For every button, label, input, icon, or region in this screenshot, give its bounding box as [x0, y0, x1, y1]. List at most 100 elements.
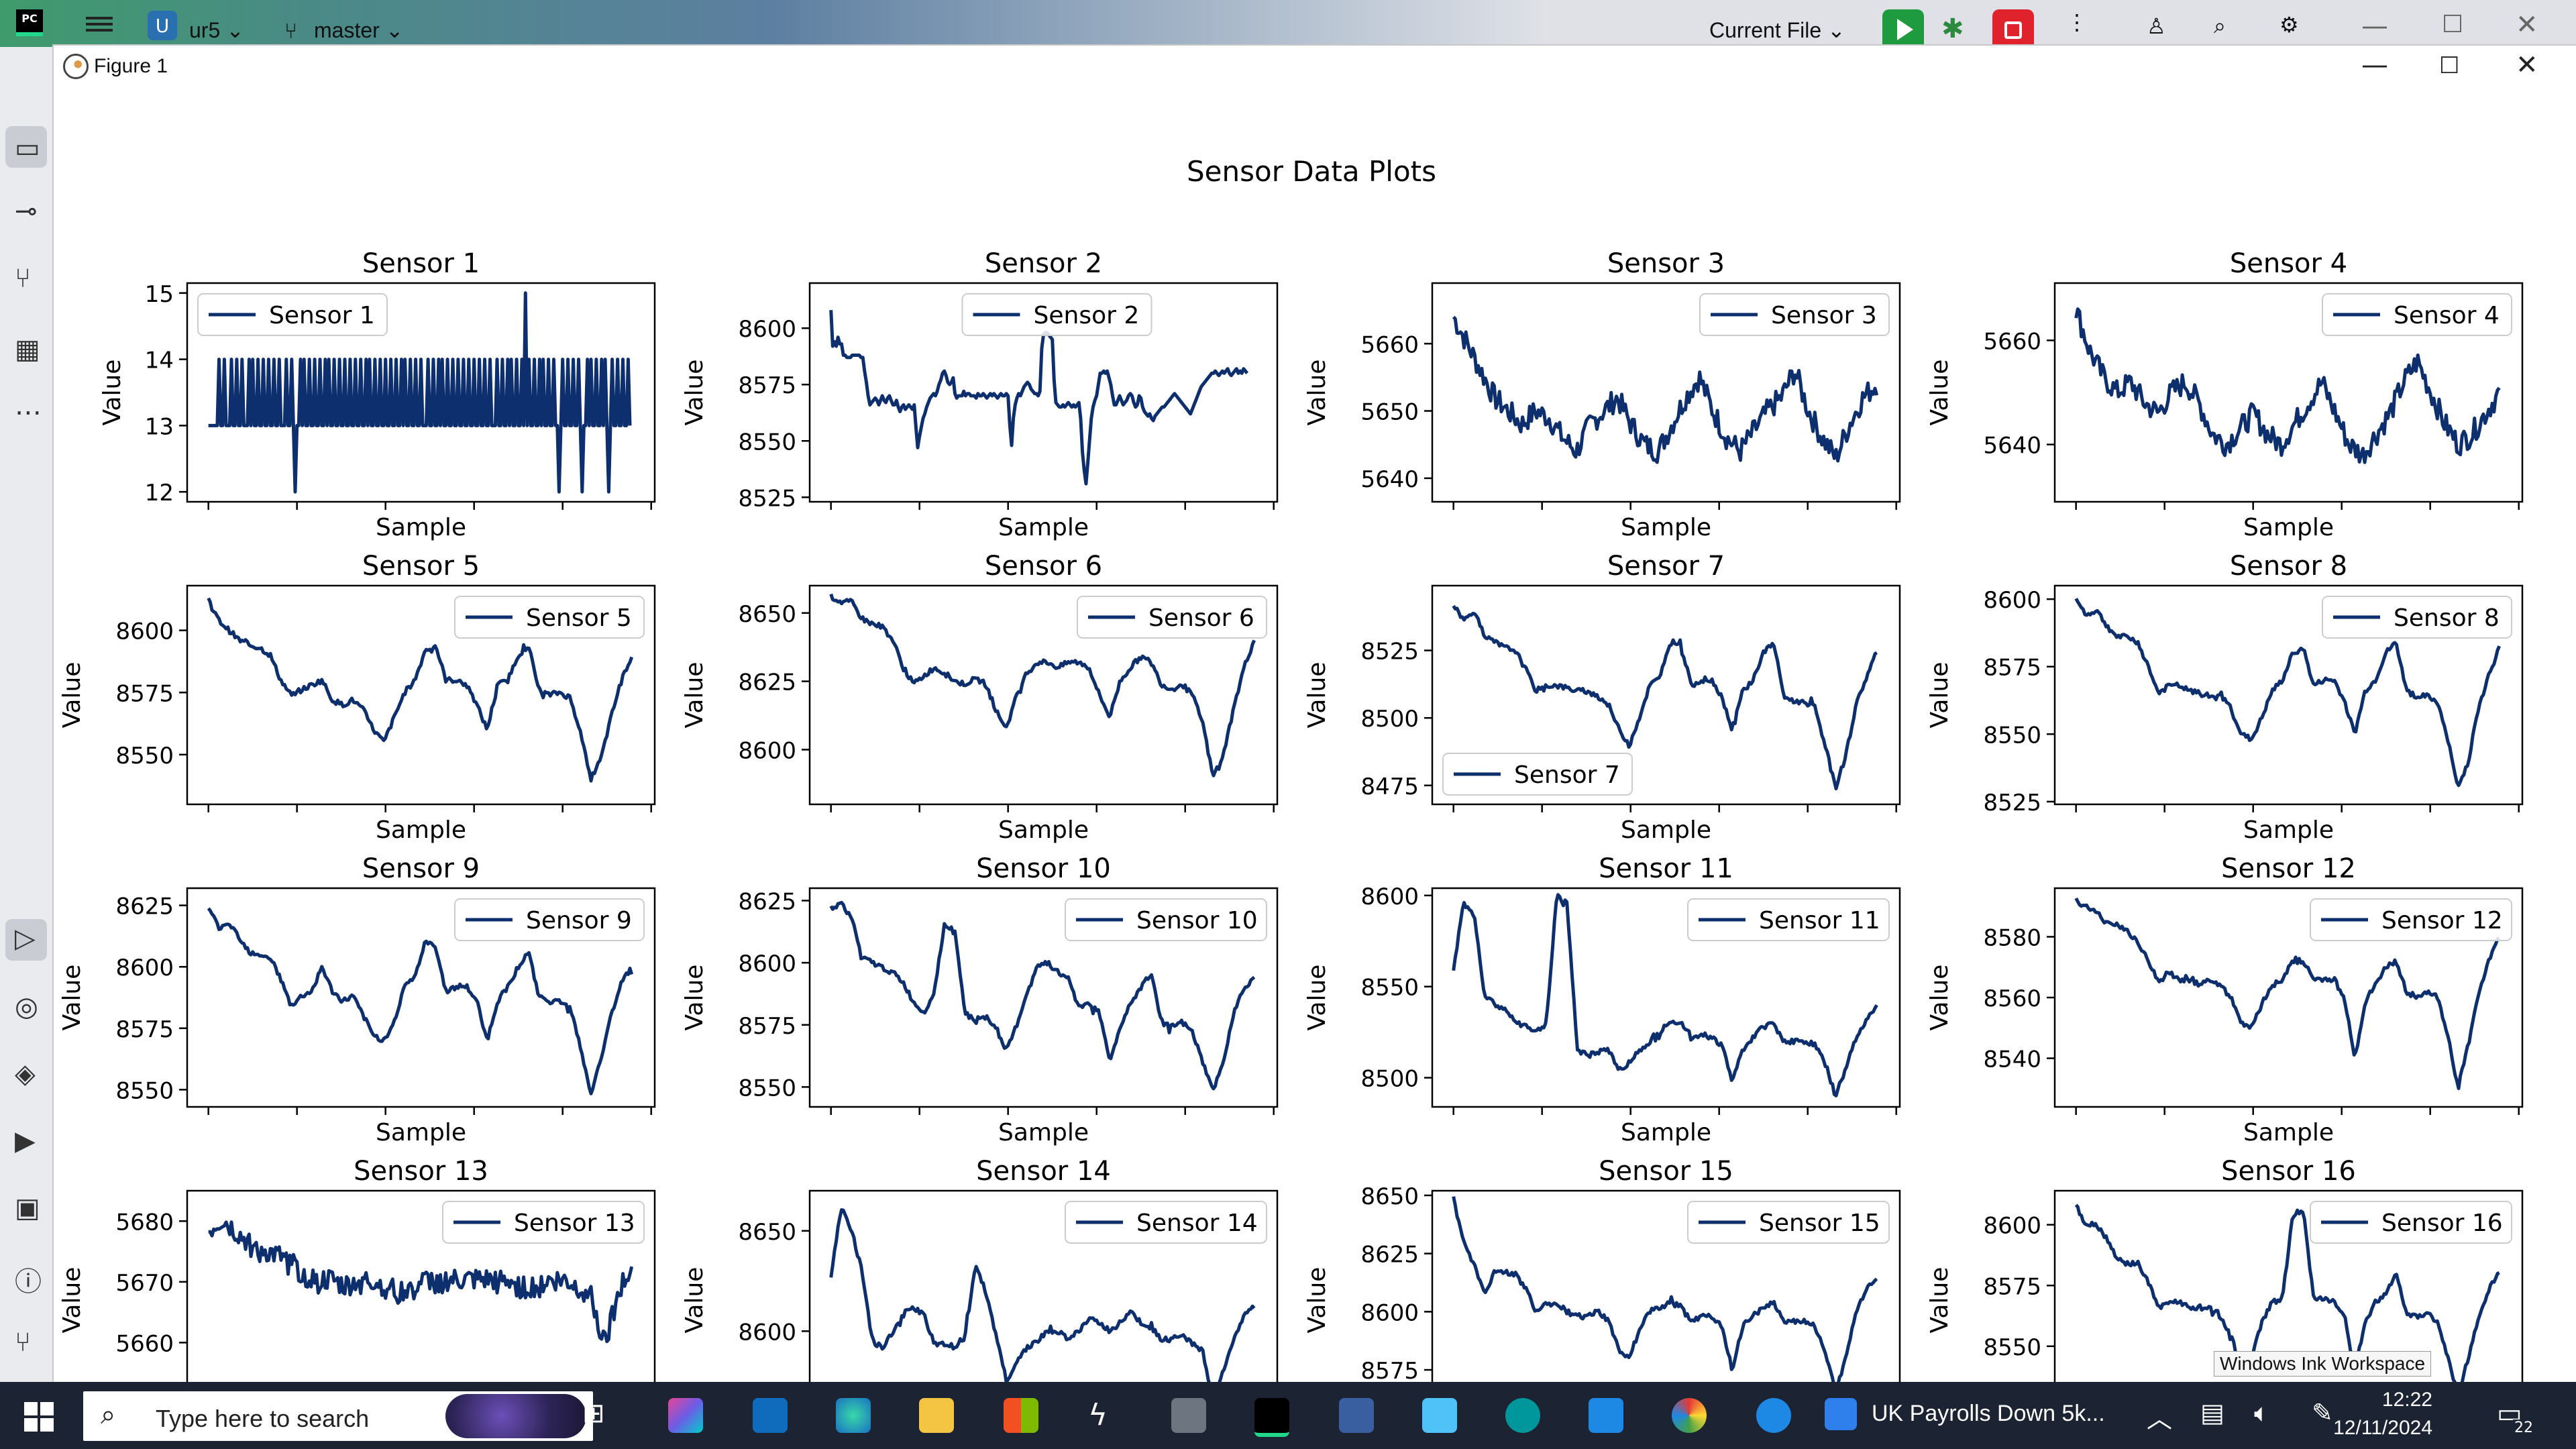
ide-close-button[interactable]: ✕	[2516, 9, 2538, 40]
color-wheel-app-icon[interactable]	[1672, 1398, 1707, 1433]
package-app-icon[interactable]	[1171, 1398, 1206, 1433]
more-tools-icon[interactable]: ⋯	[15, 397, 42, 428]
sensor-11-legend-label: Sensor 11	[1759, 907, 1880, 934]
sensor-8-ytick-label: 8550	[1983, 722, 2041, 749]
outlook-icon[interactable]	[753, 1398, 788, 1433]
sensor-8-ytick-label: 8575	[1983, 655, 2041, 682]
clock-date[interactable]: 12/11/2024	[2318, 1417, 2432, 1440]
sensor-12-xlabel: Sample	[2243, 1119, 2334, 1146]
pull-request-icon[interactable]: ⑂	[15, 263, 31, 294]
network-icon[interactable]: ▤	[2200, 1398, 2224, 1428]
photos-app-icon[interactable]	[1589, 1398, 1623, 1433]
sensor-9-ytick-label: 8550	[115, 1077, 174, 1104]
sensor-12-ytick-label: 8560	[1983, 985, 2041, 1012]
sensor-12-title: Sensor 12	[2221, 853, 2356, 884]
sensor-11-ytick-label: 8500	[1360, 1066, 1419, 1093]
sensor-9-xlabel: Sample	[376, 1119, 466, 1146]
search-icon[interactable]: ⌕	[2214, 13, 2226, 39]
sensor-16-ylabel: Value	[1926, 1267, 1953, 1334]
sensor-7-ytick-label: 8475	[1360, 773, 1419, 800]
git-icon[interactable]: ⑂	[15, 1327, 31, 1358]
ink-workspace-tooltip: Windows Ink Workspace	[2214, 1351, 2432, 1377]
sensor-2-xlabel: Sample	[998, 514, 1089, 541]
clock-time[interactable]: 12:22	[2339, 1389, 2432, 1411]
file-explorer-icon[interactable]	[919, 1398, 954, 1433]
services-icon[interactable]: ▶	[15, 1126, 36, 1157]
pycharm-taskbar-icon[interactable]	[1254, 1398, 1289, 1437]
edge-icon[interactable]	[836, 1398, 871, 1433]
sensor-8-title: Sensor 8	[2230, 551, 2347, 582]
arduino-icon[interactable]	[1505, 1398, 1540, 1433]
sensor-3-ytick-label: 5640	[1360, 466, 1419, 493]
chevron-down-icon: ⌄	[226, 18, 244, 42]
structure-icon[interactable]: ▦	[15, 334, 40, 365]
ide-tool-strip: ▭ ⊸ ⑂ ▦ ⋯ ▷ ◎ ◈ ▶ ▣ ⓘ ⑂ Sc	[0, 47, 52, 1411]
news-icon[interactable]	[1825, 1398, 1857, 1430]
sensor-15-ytick-label: 8600	[1360, 1299, 1419, 1326]
figure-maximize-button[interactable]: ☐	[2439, 52, 2459, 79]
sensor-3-xlabel: Sample	[1621, 514, 1711, 541]
sensor-10-title: Sensor 10	[976, 853, 1111, 884]
project-name[interactable]: ur5 ⌄	[189, 17, 244, 43]
lightning-app-icon[interactable]: ϟ	[1088, 1398, 1123, 1433]
sensor-12-ytick-label: 8580	[1983, 924, 2041, 951]
layers-icon[interactable]: ◈	[15, 1059, 36, 1089]
user-account-icon[interactable]: ♙	[2147, 13, 2166, 39]
figure-close-button[interactable]: ✕	[2516, 50, 2538, 80]
main-menu-icon[interactable]	[86, 13, 113, 34]
run-config-selector[interactable]: Current File ⌄	[1709, 17, 1845, 43]
sensor-2-title: Sensor 2	[985, 248, 1102, 279]
sensor-2-series-line	[829, 310, 1249, 486]
sensor-7-legend-label: Sensor 7	[1514, 761, 1620, 789]
taskbar-search-box[interactable]: ⌕ Type here to search	[83, 1391, 593, 1441]
sensor-11-ytick-label: 8550	[1360, 975, 1419, 1002]
sensor-10-ytick-label: 8575	[738, 1013, 796, 1040]
sensor-13-ytick-label: 5660	[115, 1330, 174, 1357]
sensor-10-xlabel: Sample	[998, 1119, 1089, 1146]
gear-icon[interactable]: ⚙	[2279, 12, 2299, 38]
project-badge[interactable]: U	[148, 11, 177, 40]
terminal-icon[interactable]: ▣	[15, 1193, 40, 1224]
sensor-plots-svg: Sensor Data Plots Sensor 1 12 13 14 15 Sample V…	[58, 155, 2524, 1383]
task-view-icon[interactable]: ⊞	[582, 1398, 617, 1433]
sensor-11-ylabel: Value	[1303, 965, 1331, 1031]
folder-icon[interactable]: ▭	[15, 133, 40, 164]
python-console-icon[interactable]: ◎	[15, 991, 38, 1022]
help-icon[interactable]	[1756, 1398, 1791, 1433]
pycharm-logo-icon[interactable]: PC	[16, 9, 43, 36]
sensor-1-ytick-label: 12	[145, 480, 174, 506]
sensor-1-ytick-label: 13	[145, 413, 174, 440]
figure-canvas[interactable]: Sensor Data Plots Sensor 1 12 13 14 15 Sample V…	[54, 89, 2576, 1383]
sensor-9-ylabel: Value	[58, 965, 86, 1031]
sensor-14-title: Sensor 14	[976, 1156, 1111, 1187]
more-options-icon[interactable]: ⋮	[2066, 9, 2088, 35]
commit-icon[interactable]: ⊸	[15, 196, 38, 227]
sensor-6-ytick-label: 8650	[738, 601, 796, 628]
show-hidden-icons-icon[interactable]: ︿	[2147, 1398, 2172, 1435]
windows-start-icon[interactable]	[24, 1402, 54, 1432]
branch-selector[interactable]: master ⌄	[314, 17, 404, 43]
sensor-1-xlabel: Sample	[376, 514, 466, 541]
debug-bug-icon[interactable]: ✱	[1941, 13, 1964, 44]
taskbar-search-placeholder: Type here to search	[156, 1405, 370, 1432]
notification-count: 22	[2513, 1419, 2534, 1436]
ide-maximize-button[interactable]: ☐	[2442, 11, 2463, 38]
problems-icon[interactable]: ⓘ	[15, 1260, 42, 1299]
matplotlib-icon	[63, 54, 89, 79]
ide-minimize-button[interactable]: —	[2361, 11, 2388, 42]
store-icon[interactable]	[1004, 1398, 1038, 1433]
search-icon: ⌕	[101, 1399, 116, 1430]
copilot-icon[interactable]	[668, 1398, 703, 1433]
volume-icon[interactable]: 🔈︎	[2254, 1398, 2269, 1428]
sensor-14-ytick-label: 8650	[738, 1219, 796, 1246]
sensor-2-ylabel: Value	[681, 360, 708, 426]
sensor-14-ytick-label: 8600	[738, 1319, 796, 1346]
figure-window: Figure 1 — ☐ ✕ Sensor Data Plots Sensor 1…	[52, 44, 2576, 1383]
sensor-4-legend-label: Sensor 4	[2394, 302, 2500, 329]
notes-app-icon[interactable]	[1422, 1398, 1457, 1433]
figure-minimize-button[interactable]: —	[2361, 50, 2388, 80]
run-tool-icon[interactable]: ▷	[15, 923, 36, 954]
news-ticker[interactable]: UK Payrolls Down 5k...	[1872, 1401, 2105, 1427]
sensor-11-ytick-label: 8600	[1360, 883, 1419, 910]
vm-app-icon[interactable]	[1339, 1398, 1374, 1433]
